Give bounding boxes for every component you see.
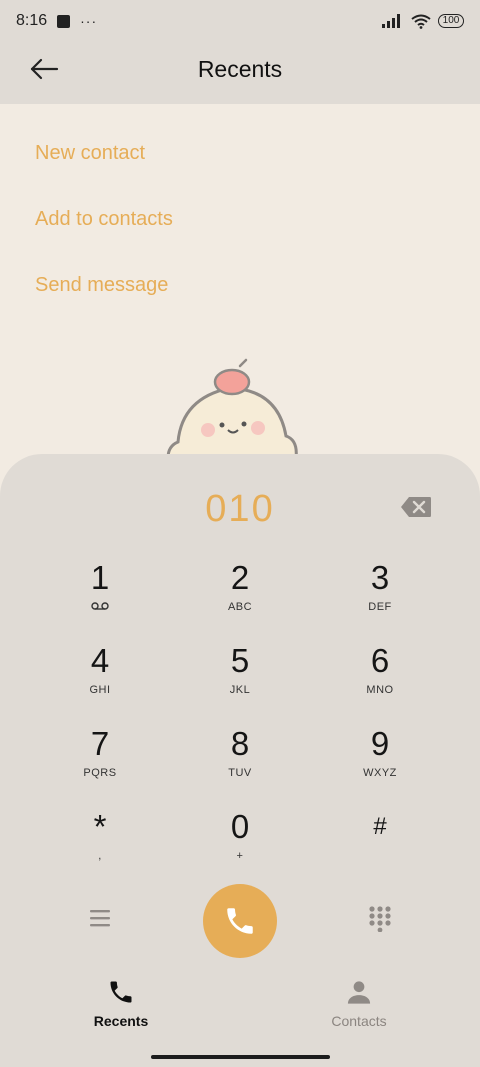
key-1[interactable]: 1 <box>40 559 160 629</box>
key-digit: 4 <box>90 642 110 679</box>
key-9[interactable]: 9 WXYZ <box>320 725 440 795</box>
key-letters: JKL <box>229 684 251 696</box>
status-time: 8:16 <box>16 12 48 29</box>
key-digit: 7 <box>90 725 110 762</box>
tab-recents[interactable]: Recents <box>61 978 181 1029</box>
key-5[interactable]: 5 JKL <box>180 642 300 712</box>
menu-icon <box>90 910 110 927</box>
signal-icon <box>382 14 400 28</box>
key-letters: MNO <box>366 684 394 696</box>
key-digit: 9 <box>370 725 390 762</box>
more-notifications-icon: ··· <box>80 13 98 29</box>
key-digit: * <box>93 808 107 845</box>
key-letters: PQRS <box>83 767 117 779</box>
dialpad-icon <box>369 906 391 933</box>
key-digit: 5 <box>230 642 250 679</box>
key-digit: 6 <box>370 642 390 679</box>
key-digit: 8 <box>230 725 250 762</box>
key-letters: , <box>98 850 102 862</box>
key-8[interactable]: 8 TUV <box>180 725 300 795</box>
key-digit: 0 <box>230 808 250 845</box>
key-star[interactable]: * , <box>40 808 160 878</box>
key-6[interactable]: 6 MNO <box>320 642 440 712</box>
key-digit: 2 <box>230 559 250 596</box>
notification-icon <box>57 14 71 28</box>
key-letters: TUV <box>228 767 252 779</box>
wifi-icon <box>411 14 431 29</box>
app-header: Recents <box>0 42 480 104</box>
phone-icon <box>110 981 132 1003</box>
backspace-icon <box>401 497 431 517</box>
menu-button[interactable] <box>88 908 112 928</box>
key-0[interactable]: 0 + <box>180 808 300 878</box>
new-contact-link[interactable]: New contact <box>35 142 145 165</box>
key-3[interactable]: 3 DEF <box>320 559 440 629</box>
key-4[interactable]: 4 GHI <box>40 642 160 712</box>
keypad-toggle-button[interactable] <box>369 906 391 933</box>
tab-contacts[interactable]: Contacts <box>299 978 419 1029</box>
key-7[interactable]: 7 PQRS <box>40 725 160 795</box>
tab-label: Recents <box>93 1013 149 1029</box>
call-button[interactable] <box>203 884 277 958</box>
mascot-illustration <box>166 358 298 458</box>
phone-icon <box>227 908 253 934</box>
key-letters: ABC <box>227 601 253 613</box>
key-2[interactable]: 2 ABC <box>180 559 300 629</box>
status-bar: 8:16 ··· 100 <box>0 0 480 42</box>
dialer-panel: 010 1 2 ABC 3 DEF 4 GHI 5 JKL 6 MNO 7 PQ… <box>0 454 480 1067</box>
key-letters: + <box>236 850 244 862</box>
key-hash[interactable]: # <box>320 808 440 878</box>
page-title: Recents <box>197 56 283 82</box>
person-icon <box>347 981 371 1004</box>
battery-icon: 100 <box>438 14 464 28</box>
voicemail-icon <box>91 602 109 610</box>
key-digit: 1 <box>90 559 110 596</box>
backspace-button[interactable] <box>400 496 432 518</box>
home-indicator[interactable] <box>151 1055 330 1059</box>
key-letters: GHI <box>89 684 111 696</box>
tab-label: Contacts <box>331 1013 387 1029</box>
key-digit: 3 <box>370 559 390 596</box>
key-letters: WXYZ <box>363 767 397 779</box>
send-message-link[interactable]: Send message <box>35 274 168 297</box>
add-to-contacts-link[interactable]: Add to contacts <box>35 208 173 231</box>
key-letters: DEF <box>368 601 392 613</box>
key-digit: # <box>373 813 387 840</box>
